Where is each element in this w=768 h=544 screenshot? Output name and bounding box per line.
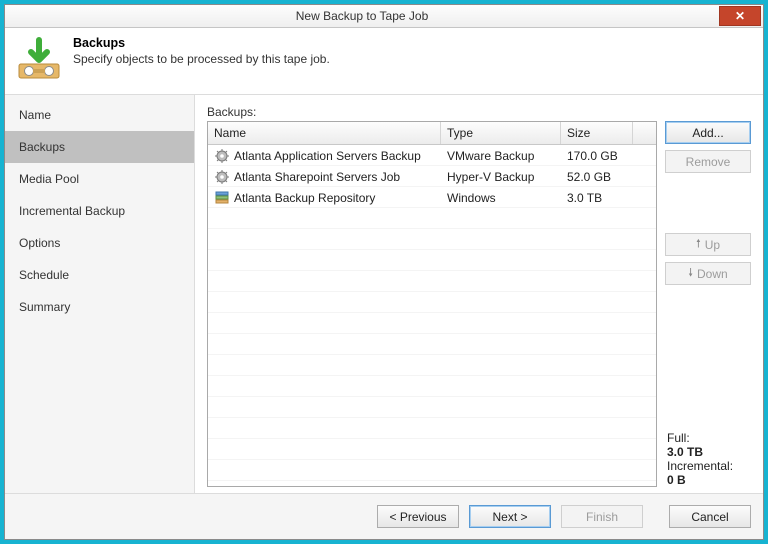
nav-item-name[interactable]: Name — [5, 99, 194, 131]
incremental-value: 0 B — [667, 473, 686, 487]
remove-button: Remove — [665, 150, 751, 173]
cell-size: 170.0 GB — [561, 149, 633, 163]
size-stats: Full: 3.0 TB Incremental: 0 B — [665, 427, 751, 487]
grid-header: Name Type Size — [208, 122, 656, 145]
cell-type: Hyper-V Backup — [441, 170, 561, 184]
tape-backup-icon — [15, 36, 63, 84]
side-buttons: Add... Remove 🠕Up 🠗Down — [665, 121, 751, 285]
nav-item-backups[interactable]: Backups — [5, 131, 194, 163]
cell-name: Atlanta Sharepoint Servers Job — [234, 170, 400, 184]
cell-type: Windows — [441, 191, 561, 205]
window-title: New Backup to Tape Job — [5, 9, 719, 23]
next-button[interactable]: Next > — [469, 505, 551, 528]
column-header-name[interactable]: Name — [208, 122, 441, 144]
wizard-nav: Name Backups Media Pool Incremental Back… — [5, 95, 195, 493]
previous-button[interactable]: < Previous — [377, 505, 459, 528]
move-down-button: 🠗Down — [665, 262, 751, 285]
wizard-footer: < Previous Next > Finish Cancel — [5, 493, 763, 539]
cell-size: 52.0 GB — [561, 170, 633, 184]
close-icon: ✕ — [735, 9, 745, 23]
dialog-window: New Backup to Tape Job ✕ Backups Specify… — [4, 4, 764, 540]
nav-item-incremental-backup[interactable]: Incremental Backup — [5, 195, 194, 227]
cell-name: Atlanta Backup Repository — [234, 191, 375, 205]
cell-name: Atlanta Application Servers Backup — [234, 149, 421, 163]
page-header: Backups Specify objects to be processed … — [5, 28, 763, 95]
dialog-body: Name Backups Media Pool Incremental Back… — [5, 95, 763, 493]
nav-item-summary[interactable]: Summary — [5, 291, 194, 323]
page-subtitle: Specify objects to be processed by this … — [73, 52, 330, 66]
titlebar: New Backup to Tape Job ✕ — [5, 5, 763, 28]
move-up-button: 🠕Up — [665, 233, 751, 256]
page-title: Backups — [73, 36, 125, 50]
gear-icon — [214, 148, 230, 164]
column-header-size[interactable]: Size — [561, 122, 633, 144]
nav-item-media-pool[interactable]: Media Pool — [5, 163, 194, 195]
table-row[interactable]: Atlanta Application Servers Backup VMwar… — [208, 145, 656, 166]
column-header-pad — [633, 122, 656, 144]
backups-grid[interactable]: Name Type Size Atlanta — [207, 121, 657, 487]
header-text: Backups Specify objects to be processed … — [73, 36, 330, 66]
gear-icon — [214, 169, 230, 185]
table-row[interactable]: Atlanta Sharepoint Servers Job Hyper-V B… — [208, 166, 656, 187]
full-label: Full: — [667, 431, 751, 445]
arrow-up-icon: 🠕 — [696, 239, 701, 250]
nav-item-options[interactable]: Options — [5, 227, 194, 259]
table-row[interactable]: Atlanta Backup Repository Windows 3.0 TB — [208, 187, 656, 208]
finish-button: Finish — [561, 505, 643, 528]
grid-body: Atlanta Application Servers Backup VMwar… — [208, 145, 656, 486]
cell-type: VMware Backup — [441, 149, 561, 163]
main-panel: Backups: Name Type Size — [195, 95, 763, 493]
grid-label: Backups: — [207, 105, 751, 119]
cancel-button[interactable]: Cancel — [669, 505, 751, 528]
full-value: 3.0 TB — [667, 445, 703, 459]
column-header-type[interactable]: Type — [441, 122, 561, 144]
close-button[interactable]: ✕ — [719, 6, 761, 26]
add-button[interactable]: Add... — [665, 121, 751, 144]
arrow-down-icon: 🠗 — [688, 268, 693, 279]
nav-item-schedule[interactable]: Schedule — [5, 259, 194, 291]
repository-icon — [214, 190, 230, 206]
incremental-label: Incremental: — [667, 459, 751, 473]
cell-size: 3.0 TB — [561, 191, 633, 205]
